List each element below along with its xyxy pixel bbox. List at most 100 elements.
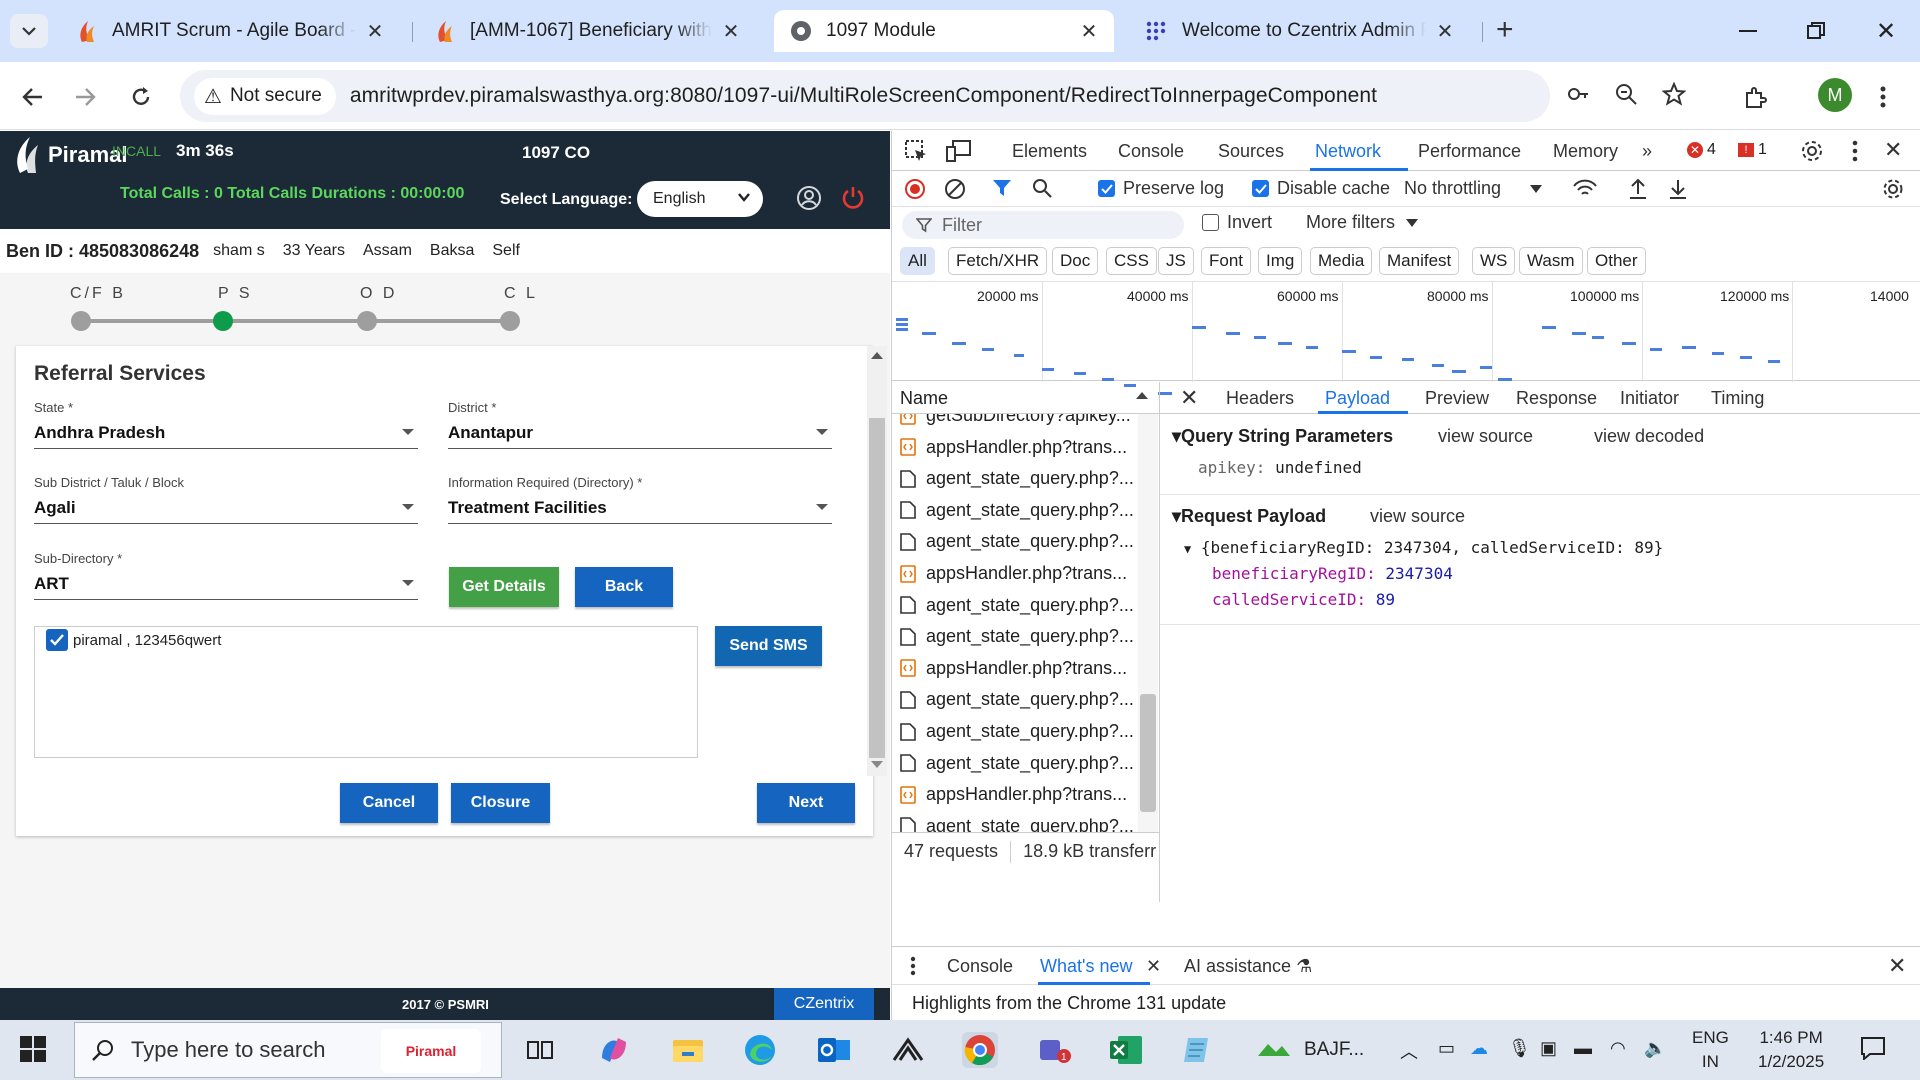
power-logout-icon[interactable]: [840, 185, 866, 211]
close-whats-new-icon[interactable]: ✕: [1146, 956, 1161, 977]
request-row[interactable]: agent_state_query.php?...: [892, 495, 1137, 526]
copilot-icon[interactable]: [596, 1032, 632, 1068]
close-tab-icon[interactable]: ✕: [720, 19, 742, 44]
search-highlight-badge[interactable]: Piramal: [381, 1029, 481, 1073]
drawer-tab-whats-new[interactable]: What's new: [1040, 956, 1132, 977]
closure-button[interactable]: Closure: [451, 783, 550, 823]
disable-cache-checkbox[interactable]: Disable cache: [1252, 178, 1390, 199]
step-dot-cfb[interactable]: [71, 311, 91, 331]
browser-tab-1097-module[interactable]: 1097 Module ✕: [774, 10, 1114, 52]
browser-tab-jira-board[interactable]: AMRIT Scrum - Agile Board - Jira ✕: [60, 10, 400, 52]
request-row[interactable]: agent_state_query.php?...: [892, 621, 1137, 652]
type-filter-all[interactable]: All: [900, 247, 935, 275]
teams-icon[interactable]: 1: [1036, 1032, 1072, 1068]
scroll-up-arrow-icon[interactable]: [871, 352, 883, 359]
drawer-menu-icon[interactable]: [910, 956, 916, 976]
devtools-tab-elements[interactable]: Elements: [1012, 141, 1087, 162]
detail-tab-timing[interactable]: Timing: [1711, 388, 1764, 409]
devtools-tab-performance[interactable]: Performance: [1418, 141, 1521, 162]
type-filter-fetch-xhr[interactable]: Fetch/XHR: [948, 247, 1048, 275]
browser-menu-button[interactable]: [1866, 80, 1900, 114]
request-row[interactable]: appsHandler.php?trans...: [892, 779, 1137, 810]
devtools-menu-icon[interactable]: [1852, 140, 1858, 162]
nvidia-app-button[interactable]: BAJF...: [1256, 1032, 1386, 1068]
subdirectory-select[interactable]: Sub-Directory * ART: [34, 551, 418, 600]
devtools-tab-memory[interactable]: Memory: [1553, 141, 1618, 162]
request-row[interactable]: agent_state_query.php?...: [892, 526, 1137, 557]
notepad-icon[interactable]: [1180, 1032, 1216, 1068]
devtools-tab-console[interactable]: Console: [1118, 141, 1184, 162]
forward-button[interactable]: [68, 80, 102, 114]
view-decoded-link[interactable]: view decoded: [1594, 426, 1704, 447]
close-tab-icon[interactable]: ✕: [1078, 19, 1100, 44]
minimize-button[interactable]: [1728, 12, 1768, 50]
wifi-icon[interactable]: ◠: [1610, 1038, 1626, 1059]
type-filter-ws[interactable]: WS: [1472, 247, 1516, 275]
clear-log-icon[interactable]: [944, 178, 966, 200]
meet-now-icon[interactable]: ▭: [1438, 1038, 1455, 1059]
network-settings-gear-icon[interactable]: [1882, 178, 1904, 200]
record-stop-icon[interactable]: [904, 178, 926, 200]
next-button[interactable]: Next: [757, 783, 855, 823]
volume-icon[interactable]: 🔈: [1644, 1038, 1666, 1059]
request-payload-section-header[interactable]: ▾Request Payload: [1172, 506, 1326, 527]
reload-button[interactable]: [124, 80, 158, 114]
search-icon[interactable]: [1032, 178, 1052, 198]
notifications-icon[interactable]: [1860, 1036, 1886, 1060]
extensions-button[interactable]: [1738, 80, 1772, 114]
windows-start-icon[interactable]: [20, 1036, 46, 1062]
request-row[interactable]: agent_state_query.php?...: [892, 684, 1137, 715]
invert-checkbox[interactable]: Invert: [1202, 212, 1272, 233]
device-toolbar-icon[interactable]: [946, 139, 972, 163]
district-select[interactable]: District * Anantapur: [448, 400, 832, 449]
close-devtools-icon[interactable]: ✕: [1884, 137, 1902, 163]
scroll-down-arrow-icon[interactable]: [871, 761, 883, 768]
devtools-tab-sources[interactable]: Sources: [1218, 141, 1284, 162]
request-row[interactable]: appsHandler.php?trans...: [892, 653, 1137, 684]
information-required-select[interactable]: Information Required (Directory) * Treat…: [448, 475, 832, 524]
close-detail-icon[interactable]: ✕: [1180, 385, 1198, 411]
close-tab-icon[interactable]: ✕: [1434, 19, 1456, 44]
request-row[interactable]: agent_state_query.php?...: [892, 748, 1137, 779]
input-language-indicator[interactable]: ENG IN: [1692, 1026, 1729, 1074]
throttling-select[interactable]: No throttling: [1404, 178, 1543, 199]
bookmark-star-icon[interactable]: [1662, 82, 1686, 106]
card-scrollbar[interactable]: [867, 346, 887, 776]
request-row[interactable]: agent_state_query.php?...: [892, 463, 1137, 494]
user-profile-icon[interactable]: [796, 185, 822, 211]
request-row[interactable]: getSubDirectory?apikey...: [892, 414, 1137, 431]
tab-search-button[interactable]: [10, 14, 48, 48]
browser-tab-czentrix[interactable]: Welcome to Czentrix Admin Panel ✕: [1130, 10, 1470, 52]
show-hidden-icons-chevron[interactable]: ︿: [1400, 1038, 1418, 1064]
detail-tab-initiator[interactable]: Initiator: [1620, 388, 1679, 409]
type-filter-doc[interactable]: Doc: [1052, 247, 1099, 275]
type-filter-media[interactable]: Media: [1310, 247, 1373, 275]
payload-object-summary[interactable]: ▼ {beneficiaryRegID: 2347304, calledServ…: [1184, 538, 1663, 557]
system-clock[interactable]: 1:46 PM 1/2/2025: [1758, 1026, 1824, 1074]
more-tabs-chevron-icon[interactable]: »: [1642, 141, 1652, 162]
import-har-icon[interactable]: [1628, 178, 1648, 200]
browser-tab-amm-1067[interactable]: [AMM-1067] Beneficiary with Mobile ✕: [418, 10, 756, 52]
type-filter-manifest[interactable]: Manifest: [1379, 247, 1460, 275]
task-view-icon[interactable]: [522, 1032, 558, 1068]
microphone-icon[interactable]: 🎙: [1508, 1038, 1531, 1059]
query-string-section-header[interactable]: ▾Query String Parameters: [1172, 426, 1393, 447]
excel-icon[interactable]: [1108, 1032, 1144, 1068]
onedrive-cloud-icon[interactable]: ☁: [1470, 1038, 1488, 1059]
file-explorer-icon[interactable]: [670, 1032, 706, 1068]
network-conditions-icon[interactable]: [1572, 178, 1598, 198]
filter-input[interactable]: Filter: [902, 211, 1184, 239]
export-har-icon[interactable]: [1668, 178, 1688, 200]
type-filter-js[interactable]: JS: [1158, 247, 1194, 275]
detail-tab-response[interactable]: Response: [1516, 388, 1597, 409]
zoom-icon[interactable]: [1614, 82, 1638, 106]
cancel-button[interactable]: Cancel: [340, 783, 438, 823]
drawer-tab-ai-assistance[interactable]: AI assistance ⚗: [1184, 956, 1312, 977]
request-row[interactable]: agent_state_query.php?...: [892, 590, 1137, 621]
error-count-badge[interactable]: ✕ 4: [1687, 141, 1716, 159]
name-column-header[interactable]: Name: [892, 382, 1160, 414]
request-row[interactable]: appsHandler.php?trans...: [892, 558, 1137, 589]
more-filters-dropdown[interactable]: More filters: [1306, 212, 1419, 233]
settings-gear-icon[interactable]: [1800, 139, 1824, 163]
site-security-chip[interactable]: ⚠ Not secure: [194, 77, 336, 115]
